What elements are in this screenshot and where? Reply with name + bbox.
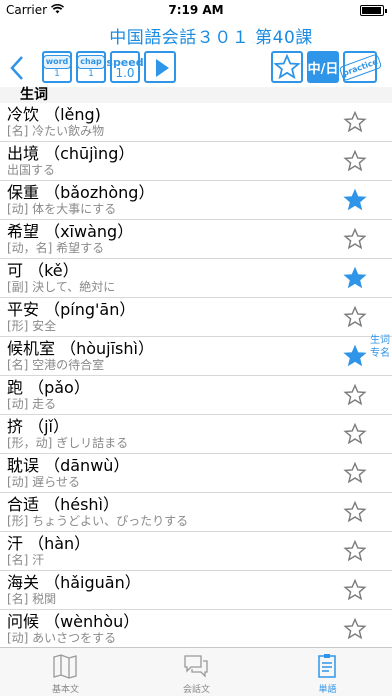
star-outline-icon bbox=[273, 53, 301, 80]
star-outline-icon[interactable] bbox=[343, 578, 367, 602]
star-filled-icon[interactable] bbox=[343, 344, 367, 368]
word-row[interactable]: 海关 （hǎiguān） [名] 税関 bbox=[0, 571, 392, 610]
word-meaning: [动] 体を大事にする bbox=[7, 202, 117, 216]
word-row[interactable]: 问候 （wènhòu） [动] あいさつをする bbox=[0, 610, 392, 649]
word-row[interactable]: 合适 （héshì） [形] ちょうどよい、ぴったりする bbox=[0, 493, 392, 532]
tab-label: 会話文 bbox=[182, 685, 210, 695]
word-term: 挤 （jǐ） bbox=[7, 417, 69, 436]
word-term: 冷饮 （lěng) bbox=[7, 105, 101, 124]
word-term: 耽误 （dānwù） bbox=[7, 456, 130, 475]
section-header: 生词 bbox=[0, 87, 392, 103]
word-meaning: [动] 遅らせる bbox=[7, 475, 80, 489]
chapter-label: chap bbox=[80, 57, 102, 66]
status-time: 7:19 AM bbox=[168, 3, 224, 17]
star-outline-icon[interactable] bbox=[343, 500, 367, 524]
word-term: 候机室 （hòujīshì） bbox=[7, 339, 154, 358]
word-row[interactable]: 可 （kě） [副] 決して、絶対に bbox=[0, 259, 392, 298]
star-outline-icon[interactable] bbox=[343, 305, 367, 329]
tab-bar: 基本文 会話文 単語 bbox=[0, 647, 392, 696]
word-meaning: [名] 空港の待合室 bbox=[7, 358, 105, 372]
chat-bubbles-icon bbox=[184, 655, 208, 678]
practice-button[interactable]: practice bbox=[338, 51, 382, 83]
book-icon bbox=[53, 654, 77, 679]
star-outline-icon[interactable] bbox=[343, 383, 367, 407]
word-term: 海关 （hǎiguān） bbox=[7, 573, 141, 592]
language-toggle-button[interactable]: 中/日 bbox=[307, 51, 339, 83]
word-term: 希望 （xīwàng） bbox=[7, 222, 134, 241]
speed-button[interactable]: speed 1.0 bbox=[106, 51, 144, 83]
word-row[interactable]: 挤 （jǐ） [形，动] ぎしリ詰まる bbox=[0, 415, 392, 454]
word-row[interactable]: 平安 （píng'ān） [形] 安全 bbox=[0, 298, 392, 337]
star-outline-icon[interactable] bbox=[343, 617, 367, 641]
star-outline-icon[interactable] bbox=[343, 422, 367, 446]
word-term: 保重 （bǎozhòng） bbox=[7, 183, 155, 202]
word-meaning: 出国する bbox=[7, 163, 56, 177]
speed-value: 1.0 bbox=[115, 65, 135, 80]
word-meaning: [形] 安全 bbox=[7, 319, 57, 333]
word-meaning: [名] 税関 bbox=[7, 592, 57, 606]
word-meaning: [副] 決して、絶対に bbox=[7, 280, 116, 294]
status-bar: Carrier 7:19 AM bbox=[0, 0, 392, 20]
word-meaning: [名] 汗 bbox=[7, 553, 45, 567]
word-term: 平安 （píng'ān） bbox=[7, 300, 136, 319]
star-outline-icon[interactable] bbox=[343, 227, 367, 251]
word-row[interactable]: 跑 （pǎo） [动] 走る bbox=[0, 376, 392, 415]
word-term: 汗 （hàn） bbox=[7, 534, 91, 553]
section-index-item[interactable]: 生词 bbox=[368, 334, 392, 347]
battery-fill bbox=[362, 7, 381, 14]
word-row[interactable]: 希望 （xīwàng） [动，名] 希望する bbox=[0, 220, 392, 259]
word-meaning: [动] あいさつをする bbox=[7, 631, 117, 645]
word-term: 合适 （héshì） bbox=[7, 495, 119, 514]
page-title: 中国語会話３０１ 第40課 bbox=[109, 28, 313, 48]
word-row[interactable]: 耽误 （dānwù） [动] 遅らせる bbox=[0, 454, 392, 493]
word-label: word bbox=[45, 57, 69, 66]
section-index-item[interactable]: 专名 bbox=[368, 347, 392, 360]
tab-label: 単語 bbox=[318, 685, 337, 695]
word-meaning: [名] 冷たい飲み物 bbox=[7, 124, 105, 138]
vocabulary-icon bbox=[318, 654, 336, 678]
star-outline-icon[interactable] bbox=[343, 461, 367, 485]
star-outline-icon[interactable] bbox=[343, 539, 367, 563]
tab-vocabulary[interactable]: 単語 bbox=[262, 648, 392, 696]
battery-icon bbox=[360, 5, 387, 16]
star-filled-icon[interactable] bbox=[343, 188, 367, 212]
chapter-repeat-icon: chap bbox=[77, 55, 105, 69]
word-row[interactable]: 冷饮 （lěng) [名] 冷たい飲み物 bbox=[0, 103, 392, 142]
word-term: 出境 （chūjìng） bbox=[7, 144, 135, 163]
section-index[interactable]: 生词 专名 bbox=[368, 334, 392, 360]
word-meaning: [动] 走る bbox=[7, 397, 57, 411]
word-term: 跑 （pǎo） bbox=[7, 378, 90, 397]
star-outline-icon[interactable] bbox=[343, 110, 367, 134]
word-meaning: [形，动] ぎしリ詰まる bbox=[7, 436, 129, 450]
star-filled-icon[interactable] bbox=[343, 266, 367, 290]
back-button[interactable] bbox=[6, 53, 30, 83]
word-repeat-icon: word bbox=[42, 55, 72, 69]
toolbar: word 1 chap 1 speed 1.0 中/日 practice bbox=[0, 47, 392, 87]
star-outline-icon[interactable] bbox=[343, 149, 367, 173]
word-repeat-button[interactable]: word 1 bbox=[42, 51, 72, 83]
favorites-filter-button[interactable] bbox=[271, 51, 303, 83]
tab-label: 基本文 bbox=[51, 685, 79, 695]
word-list[interactable]: 冷饮 （lěng) [名] 冷たい飲み物 出境 （chūjìng） 出国する 保重 （b… bbox=[0, 103, 392, 649]
play-button[interactable] bbox=[144, 51, 176, 83]
word-row[interactable]: 保重 （bǎozhòng） [动] 体を大事にする bbox=[0, 181, 392, 220]
practice-label: practice bbox=[338, 53, 382, 81]
word-meaning: [形] ちょうどよい、ぴったりする bbox=[7, 514, 189, 528]
chevron-left-icon bbox=[10, 56, 23, 80]
tab-basic-text[interactable]: 基本文 bbox=[0, 648, 131, 696]
word-repeat-count: 1 bbox=[54, 69, 60, 79]
chapter-repeat-count: 1 bbox=[88, 69, 94, 79]
word-meaning: [动，名] 希望する bbox=[7, 241, 105, 255]
chapter-repeat-button[interactable]: chap 1 bbox=[76, 51, 106, 83]
word-term: 可 （kě） bbox=[7, 261, 79, 280]
word-row[interactable]: 汗 （hàn） [名] 汗 bbox=[0, 532, 392, 571]
word-row[interactable]: 候机室 （hòujīshì） [名] 空港の待合室 bbox=[0, 337, 392, 376]
word-row[interactable]: 出境 （chūjìng） 出国する bbox=[0, 142, 392, 181]
word-term: 问候 （wènhòu） bbox=[7, 612, 140, 631]
tab-conversation[interactable]: 会話文 bbox=[131, 648, 262, 696]
